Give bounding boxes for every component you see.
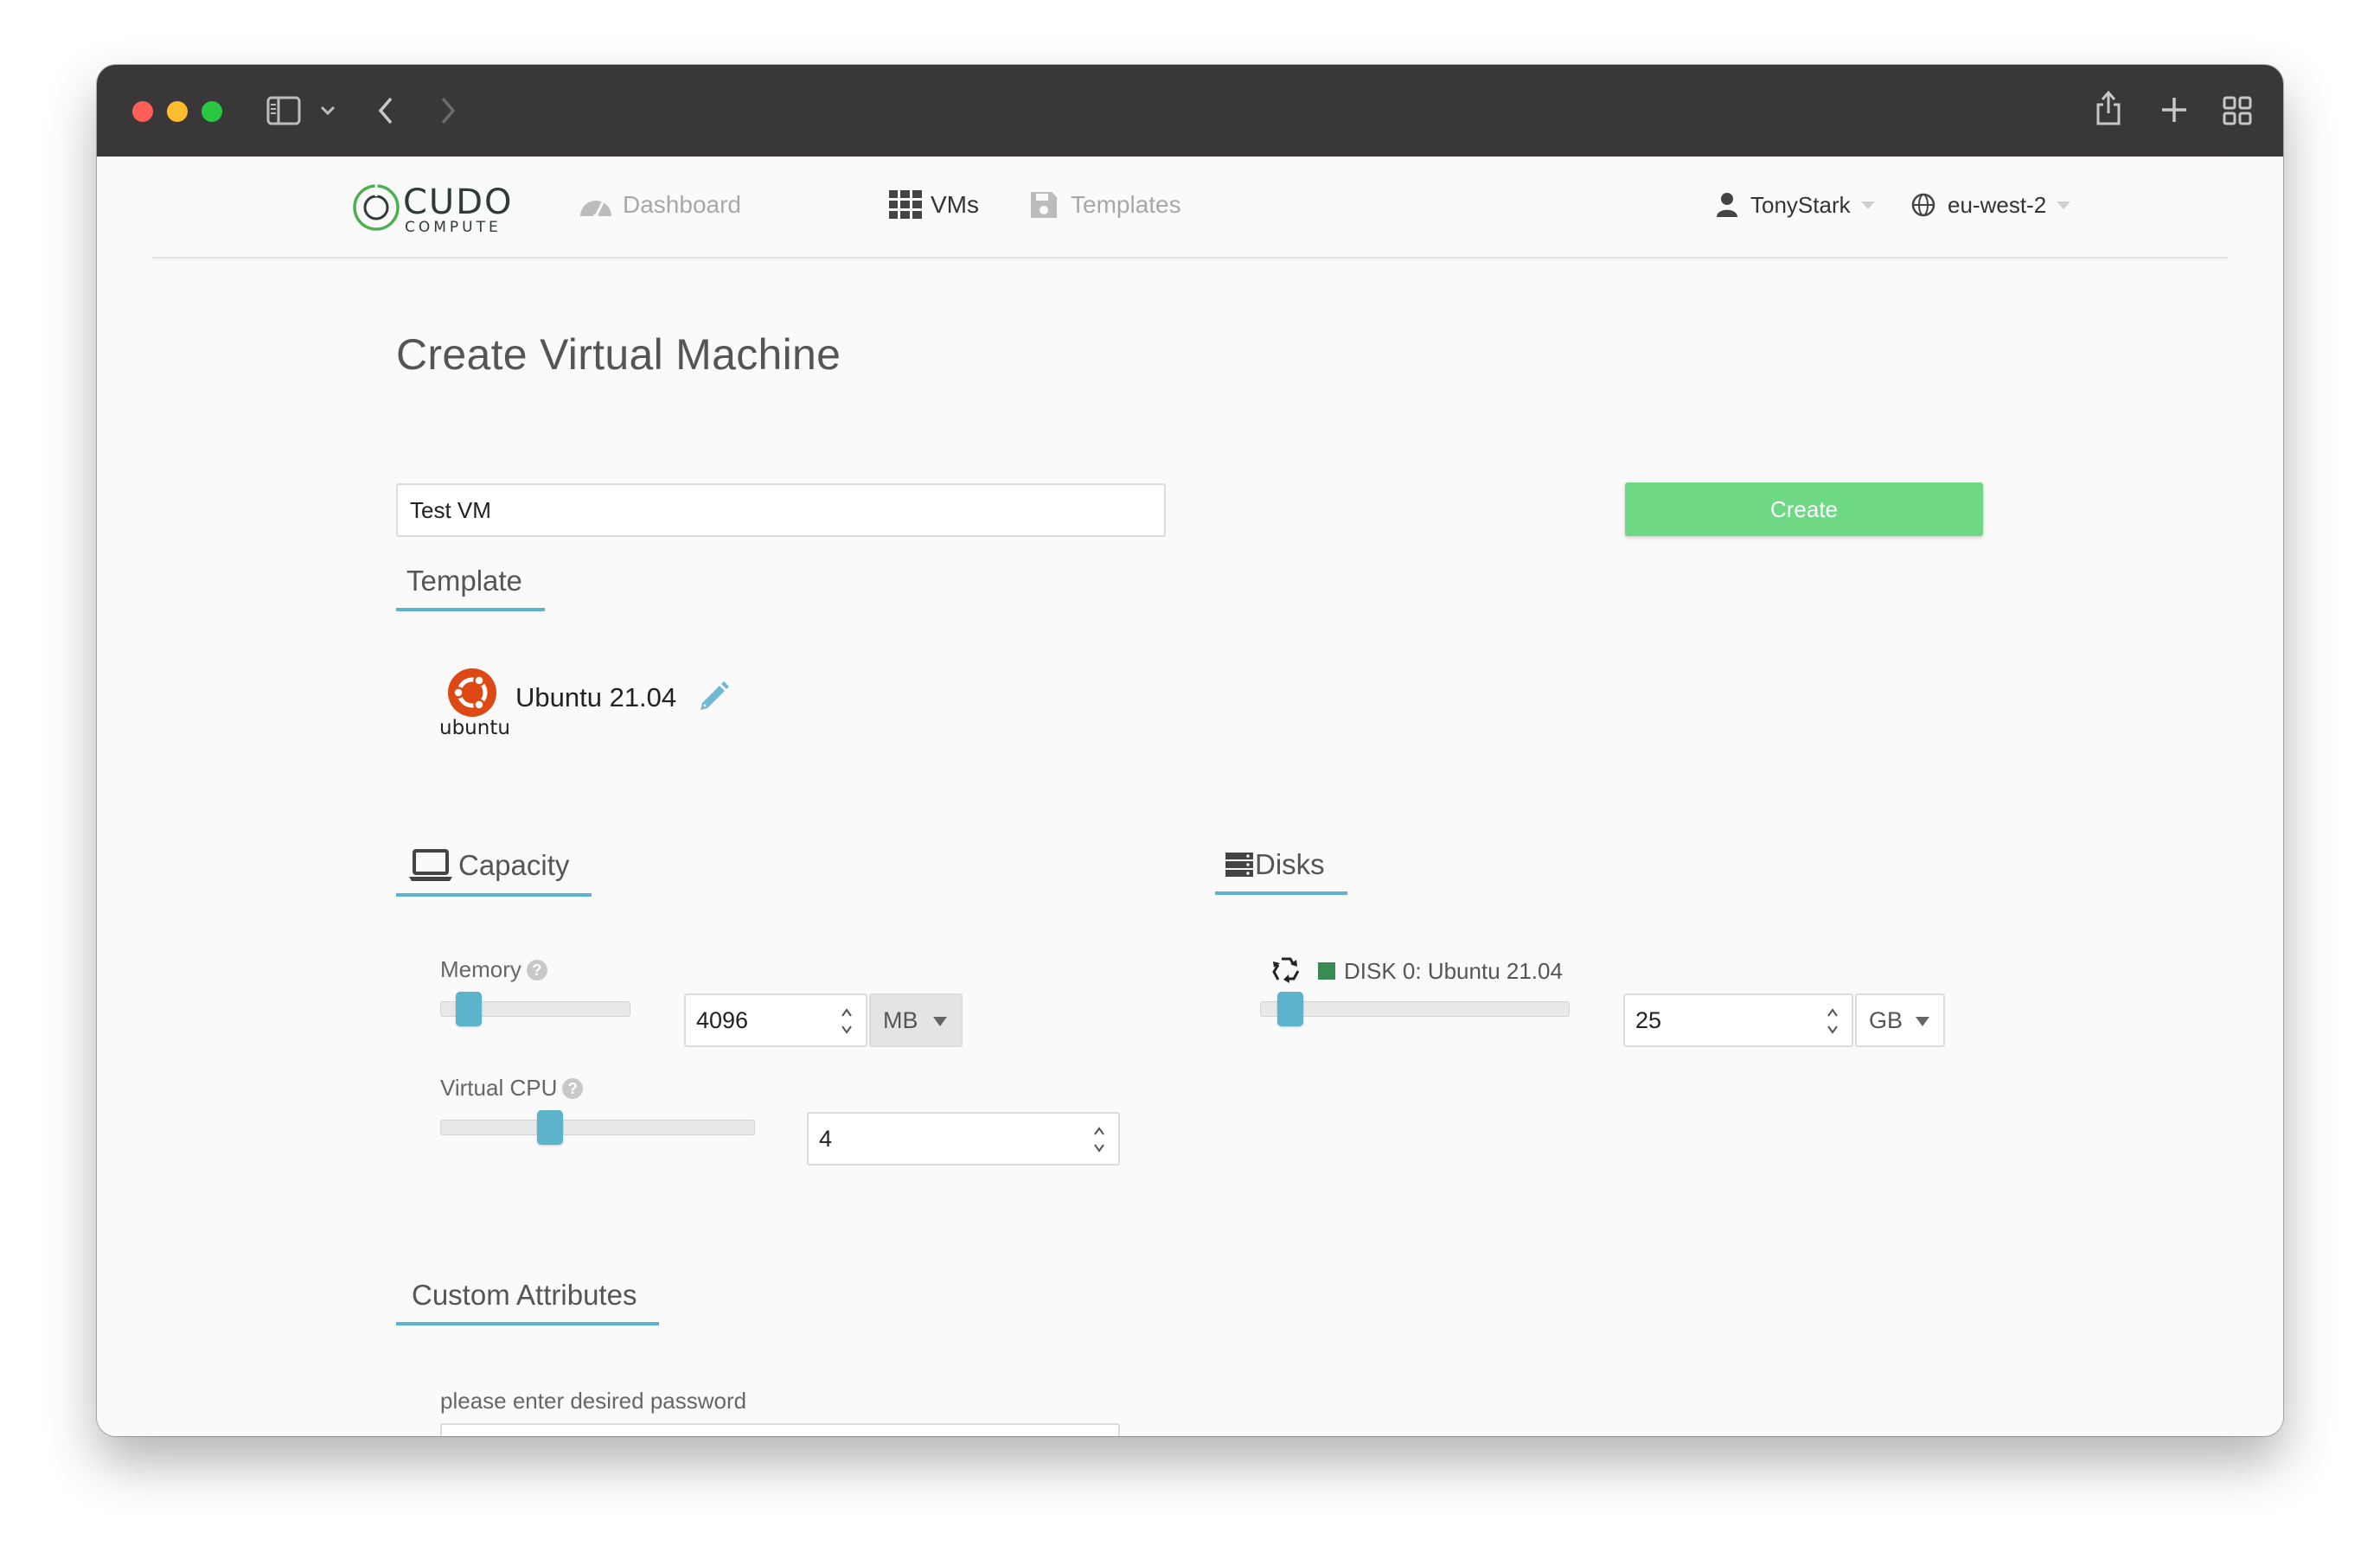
memory-label-text: Memory bbox=[440, 956, 521, 982]
chevron-down-icon bbox=[1916, 1017, 1929, 1026]
user-dropdown-caret-icon bbox=[1860, 201, 1875, 209]
back-arrow-icon[interactable] bbox=[377, 96, 394, 130]
tab-template[interactable]: Template bbox=[396, 565, 545, 611]
vcpu-slider-handle[interactable] bbox=[537, 1110, 564, 1145]
vm-name-input[interactable] bbox=[396, 483, 1166, 537]
vcpu-value: 4 bbox=[819, 1125, 833, 1152]
ubuntu-logo-text: ubuntu bbox=[439, 717, 510, 739]
vcpu-help-icon[interactable]: ? bbox=[562, 1077, 584, 1099]
region-name: eu-west-2 bbox=[1948, 191, 2047, 218]
tab-custom-attributes-label: Custom Attributes bbox=[412, 1279, 637, 1311]
dashboard-gauge-icon bbox=[580, 201, 611, 219]
region-dropdown-caret-icon bbox=[2057, 201, 2071, 209]
vcpu-label-text: Virtual CPU bbox=[440, 1075, 558, 1101]
vcpu-label: Virtual CPU ? bbox=[440, 1075, 584, 1102]
close-window-button[interactable] bbox=[132, 101, 153, 122]
minimize-window-button[interactable] bbox=[167, 101, 188, 122]
memory-input[interactable]: 4096 bbox=[684, 993, 867, 1047]
recycle-icon[interactable] bbox=[1270, 955, 1302, 987]
disk-slider-track[interactable] bbox=[1260, 1001, 1570, 1017]
cudo-logo[interactable]: CUDO COMPUTE bbox=[351, 182, 524, 236]
nav-templates-label: Templates bbox=[1071, 191, 1181, 218]
tab-disks[interactable]: Disks bbox=[1215, 848, 1347, 895]
tab-custom-attributes[interactable]: Custom Attributes bbox=[396, 1279, 660, 1325]
top-navbar: CUDO COMPUTE Dashboard VMs Templates Ton… bbox=[152, 156, 2228, 259]
disk-0-name: DISK 0: Ubuntu 21.04 bbox=[1344, 957, 1563, 984]
template-card: ubuntu Ubuntu 21.04 bbox=[439, 667, 785, 744]
cudo-logo-icon bbox=[353, 184, 400, 231]
template-name: Ubuntu 21.04 bbox=[515, 682, 677, 712]
page-title: Create Virtual Machine bbox=[396, 330, 841, 379]
password-label-text: please enter desired password bbox=[440, 1388, 747, 1414]
tab-template-label: Template bbox=[406, 565, 522, 597]
laptop-icon bbox=[409, 849, 452, 881]
disk-color-swatch bbox=[1318, 962, 1335, 980]
save-disk-icon bbox=[1031, 192, 1057, 218]
password-textarea[interactable] bbox=[440, 1423, 1120, 1436]
vcpu-spinner-icon[interactable] bbox=[1092, 1124, 1106, 1155]
user-menu[interactable]: TonyStark bbox=[1716, 188, 1875, 222]
disk-0-label: DISK 0: Ubuntu 21.04 bbox=[1270, 955, 1563, 987]
disk-spinner-icon[interactable] bbox=[1826, 1006, 1839, 1037]
edit-pencil-icon[interactable] bbox=[695, 677, 733, 715]
brand-name: CUDO bbox=[403, 182, 514, 222]
vcpu-slider-track[interactable] bbox=[440, 1120, 755, 1135]
password-label: please enter desired password bbox=[440, 1388, 746, 1415]
disk-size-value: 25 bbox=[1635, 1006, 1662, 1033]
nav-vms[interactable]: VMs bbox=[889, 188, 979, 222]
zoom-window-button[interactable] bbox=[202, 101, 222, 122]
nav-dashboard[interactable]: Dashboard bbox=[578, 188, 741, 222]
nav-templates[interactable]: Templates bbox=[1029, 188, 1181, 222]
disk-unit-select[interactable]: GB bbox=[1855, 993, 1945, 1047]
ubuntu-logo-icon bbox=[448, 668, 496, 717]
user-name: TonyStark bbox=[1750, 191, 1851, 218]
brand-subtitle: COMPUTE bbox=[405, 219, 502, 236]
browser-titlebar bbox=[97, 65, 2283, 156]
tab-capacity-label: Capacity bbox=[458, 849, 570, 881]
sidebar-toggle-icon[interactable] bbox=[266, 96, 301, 130]
globe-icon bbox=[1911, 193, 1935, 217]
memory-unit-select[interactable]: MB bbox=[869, 993, 963, 1047]
disk-size-input[interactable]: 25 bbox=[1623, 993, 1853, 1047]
memory-help-icon[interactable]: ? bbox=[526, 959, 547, 981]
page-content: CUDO COMPUTE Dashboard VMs Templates Ton… bbox=[97, 156, 2283, 1436]
tab-overview-icon[interactable] bbox=[2223, 96, 2252, 130]
server-stack-icon bbox=[1225, 853, 1253, 877]
tab-disks-label: Disks bbox=[1255, 848, 1325, 880]
chevron-down-icon[interactable] bbox=[320, 105, 336, 121]
memory-value: 4096 bbox=[696, 1006, 749, 1033]
chevron-down-icon bbox=[933, 1017, 947, 1026]
nav-vms-label: VMs bbox=[931, 191, 979, 218]
tab-capacity[interactable]: Capacity bbox=[396, 848, 592, 897]
vcpu-input[interactable]: 4 bbox=[807, 1112, 1120, 1166]
grid-icon bbox=[889, 190, 922, 219]
create-button[interactable]: Create bbox=[1625, 482, 1983, 536]
disk-unit: GB bbox=[1869, 1006, 1903, 1033]
user-icon bbox=[1717, 193, 1737, 217]
region-menu[interactable]: eu-west-2 bbox=[1911, 188, 2071, 222]
forward-arrow-icon[interactable] bbox=[439, 96, 457, 130]
memory-spinner-icon[interactable] bbox=[840, 1006, 854, 1037]
disk-slider-handle[interactable] bbox=[1277, 992, 1304, 1026]
memory-slider-handle[interactable] bbox=[456, 992, 483, 1026]
memory-label: Memory ? bbox=[440, 956, 547, 983]
nav-dashboard-label: Dashboard bbox=[623, 191, 741, 218]
new-tab-icon[interactable] bbox=[2160, 96, 2188, 128]
share-icon[interactable] bbox=[2095, 89, 2122, 131]
memory-unit: MB bbox=[883, 1006, 918, 1033]
browser-window: CUDO COMPUTE Dashboard VMs Templates Ton… bbox=[97, 65, 2283, 1436]
